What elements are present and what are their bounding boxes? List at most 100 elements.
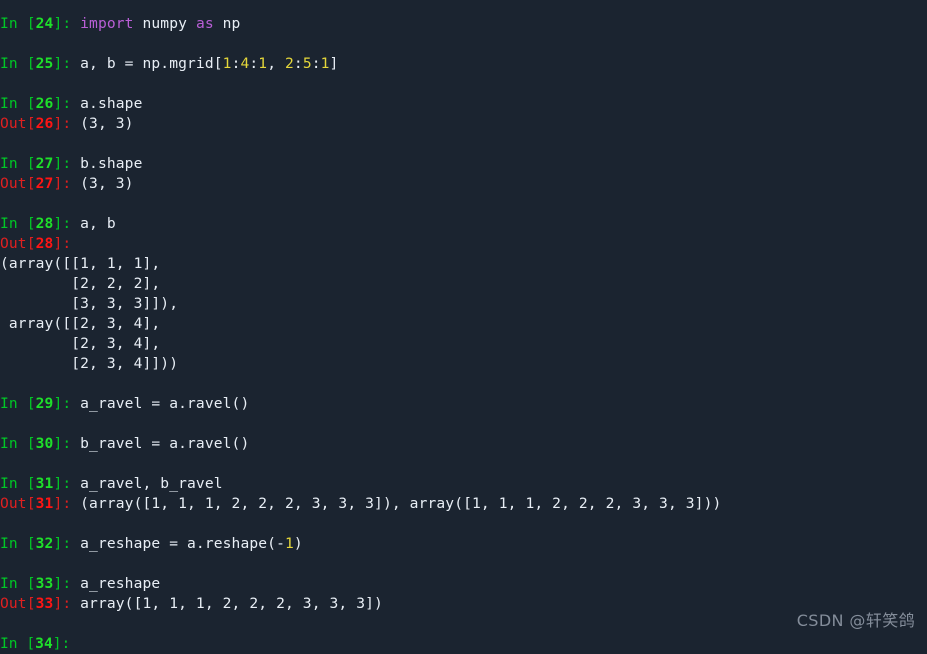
prompt-suffix: ]: <box>53 475 81 492</box>
prompt-suffix: ]: <box>53 175 81 192</box>
token-code: a_ravel = a.ravel() <box>80 395 250 412</box>
code-text[interactable]: a_ravel = a.ravel() <box>80 395 249 412</box>
prompt-prefix: In [ <box>0 15 36 32</box>
input-line: In [27]: b.shape <box>0 154 143 174</box>
input-line: In [30]: b_ravel = a.ravel() <box>0 434 249 454</box>
output-text: [3, 3, 3]]), <box>0 295 179 312</box>
out-prompt: Out[28]: <box>0 235 71 252</box>
input-line: In [33]: a_reshape <box>0 574 160 594</box>
prompt-prefix: In [ <box>0 55 36 72</box>
prompt-prefix: Out[ <box>0 595 36 612</box>
code-text[interactable]: a_ravel, b_ravel <box>80 475 223 492</box>
prompt-number: 28 <box>35 215 54 232</box>
input-line: In [24]: import numpy as np <box>0 14 240 34</box>
prompt-suffix: ]: <box>53 95 81 112</box>
prompt-prefix: In [ <box>0 635 36 652</box>
token-code: ] <box>329 55 339 72</box>
token-code: : <box>311 55 321 72</box>
output-line: Out[31]: (array([1, 1, 1, 2, 2, 2, 3, 3,… <box>0 494 721 514</box>
prompt-suffix: ]: <box>53 535 81 552</box>
prompt-suffix: ]: <box>53 15 81 32</box>
prompt-number: 27 <box>35 175 54 192</box>
output-line: Out[26]: (3, 3) <box>0 114 134 134</box>
prompt-prefix: In [ <box>0 535 36 552</box>
prompt-number: 32 <box>35 535 54 552</box>
prompt-number: 31 <box>35 475 54 492</box>
output-text: [2, 2, 2], <box>0 275 161 292</box>
in-prompt: In [26]: <box>0 95 80 112</box>
code-text[interactable]: b.shape <box>80 155 142 172</box>
prompt-prefix: In [ <box>0 95 36 112</box>
code-text[interactable]: a, b = np.mgrid[1:4:1, 2:5:1] <box>80 55 338 72</box>
output-text: [2, 3, 4], <box>0 335 161 352</box>
prompt-suffix: ]: <box>53 435 81 452</box>
output-continuation-line: array([[2, 3, 4], <box>0 314 160 334</box>
in-prompt: In [30]: <box>0 435 80 452</box>
prompt-suffix: ]: <box>53 495 81 512</box>
token-code: a_reshape <box>80 575 161 592</box>
code-text[interactable]: import numpy as np <box>80 15 240 32</box>
prompt-prefix: In [ <box>0 155 36 172</box>
prompt-suffix: ]: <box>53 115 81 132</box>
prompt-prefix: In [ <box>0 435 36 452</box>
code-text[interactable]: a.shape <box>80 95 142 112</box>
token-code: : <box>293 55 303 72</box>
prompt-number: 26 <box>35 95 54 112</box>
prompt-prefix: In [ <box>0 475 36 492</box>
prompt-number: 28 <box>35 235 54 252</box>
code-text[interactable]: b_ravel = a.ravel() <box>80 435 249 452</box>
prompt-suffix: ]: <box>53 215 81 232</box>
output-value: (array([1, 1, 1, 2, 2, 2, 3, 3, 3]), arr… <box>80 495 721 512</box>
token-code: np <box>213 15 241 32</box>
prompt-number: 26 <box>35 115 54 132</box>
input-line: In [32]: a_reshape = a.reshape(-1) <box>0 534 303 554</box>
output-value: (3, 3) <box>80 175 133 192</box>
in-prompt: In [28]: <box>0 215 80 232</box>
output-line: Out[28]: <box>0 234 71 254</box>
output-text: array([[2, 3, 4], <box>0 315 161 332</box>
output-continuation-line: (array([[1, 1, 1], <box>0 254 160 274</box>
out-prompt: Out[31]: <box>0 495 80 512</box>
prompt-prefix: In [ <box>0 215 36 232</box>
prompt-prefix: Out[ <box>0 495 36 512</box>
token-code: a_ravel, b_ravel <box>80 475 223 492</box>
prompt-prefix: Out[ <box>0 175 36 192</box>
prompt-prefix: Out[ <box>0 235 36 252</box>
prompt-number: 34 <box>35 635 53 652</box>
token-code: ) <box>293 535 303 552</box>
output-line: Out[27]: (3, 3) <box>0 174 134 194</box>
token-code: a_reshape = a.reshape(- <box>80 535 285 552</box>
prompt-suffix: ]: <box>53 155 81 172</box>
out-prompt: Out[27]: <box>0 175 80 192</box>
token-num: 1 <box>258 55 268 72</box>
prompt-suffix: ]: <box>53 55 81 72</box>
token-out-text: array([1, 1, 1, 2, 2, 2, 3, 3, 3]) <box>80 595 383 612</box>
code-text[interactable]: a, b <box>80 215 116 232</box>
in-prompt: In [33]: <box>0 575 80 592</box>
prompt-number: 24 <box>35 15 54 32</box>
token-num: 1 <box>320 55 330 72</box>
input-line: In [25]: a, b = np.mgrid[1:4:1, 2:5:1] <box>0 54 338 74</box>
token-out-text: (3, 3) <box>80 115 134 132</box>
input-line: In [34]: <box>0 634 79 654</box>
output-line: Out[33]: array([1, 1, 1, 2, 2, 2, 3, 3, … <box>0 594 383 614</box>
in-prompt: In [32]: <box>0 535 80 552</box>
code-text[interactable]: a_reshape = a.reshape(-1) <box>80 535 303 552</box>
token-kw: import <box>80 15 134 32</box>
prompt-number: 29 <box>35 395 54 412</box>
output-text: [2, 3, 4]])) <box>0 355 179 372</box>
token-code: a, b <box>80 215 116 232</box>
prompt-prefix: Out[ <box>0 115 36 132</box>
input-line: In [28]: a, b <box>0 214 116 234</box>
prompt-prefix: In [ <box>0 575 36 592</box>
input-line: In [31]: a_ravel, b_ravel <box>0 474 223 494</box>
ipython-console[interactable]: In [24]: import numpy as np In [25]: a, b… <box>0 0 927 652</box>
prompt-number: 25 <box>35 55 54 72</box>
out-prompt: Out[33]: <box>0 595 80 612</box>
prompt-suffix: ]: <box>53 575 81 592</box>
prompt-number: 33 <box>35 575 54 592</box>
code-text[interactable]: a_reshape <box>80 575 160 592</box>
output-continuation-line: [2, 2, 2], <box>0 274 160 294</box>
token-num: 1 <box>222 55 232 72</box>
token-code: numpy <box>133 15 196 32</box>
